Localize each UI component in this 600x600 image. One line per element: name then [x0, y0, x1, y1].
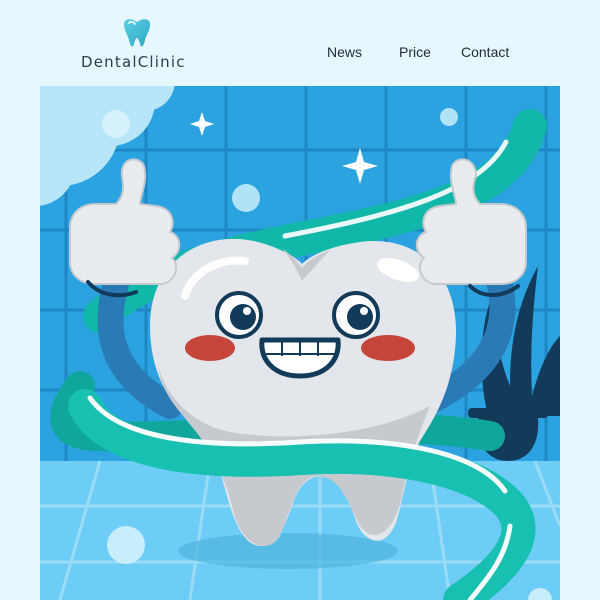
bubble	[232, 184, 260, 212]
right-cheek	[361, 335, 415, 361]
left-cheek	[185, 335, 235, 361]
nav-link-news[interactable]: News	[327, 44, 362, 60]
site-header: DentalClinic News Price Contact	[0, 0, 600, 86]
bubble	[107, 526, 145, 564]
nav-link-contact[interactable]: Contact	[461, 44, 509, 60]
main-nav: News Price Contact	[0, 44, 600, 64]
tooth-mascot-illustration	[40, 86, 560, 600]
bubble	[440, 108, 458, 126]
bubble	[102, 110, 130, 138]
hero-banner	[40, 86, 560, 600]
nav-link-price[interactable]: Price	[399, 44, 431, 60]
mascot-shadow	[178, 533, 398, 569]
